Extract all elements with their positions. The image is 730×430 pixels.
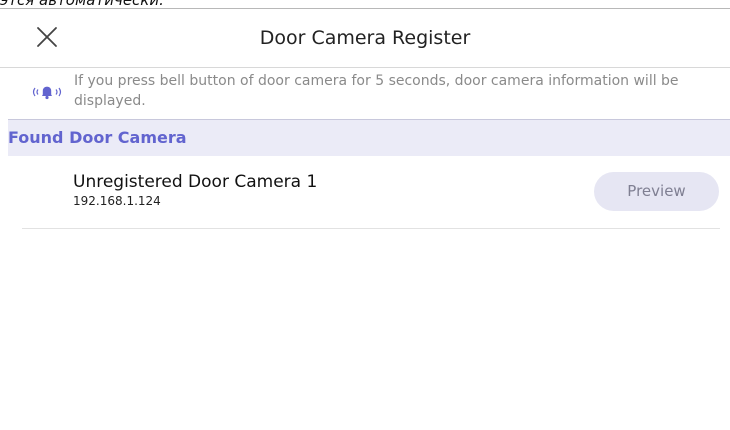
section-title: Found Door Camera (8, 128, 187, 147)
header-bar: Door Camera Register (0, 9, 730, 67)
bell-ringing-icon (32, 86, 62, 100)
info-notice: If you press bell button of door camera … (0, 67, 730, 120)
preview-button[interactable]: Preview (594, 172, 719, 211)
door-camera-register-screen: этся автоматически. Door Camera Register… (0, 0, 730, 430)
camera-list-item[interactable]: Unregistered Door Camera 1 192.168.1.124… (22, 157, 720, 229)
page-title: Door Camera Register (259, 27, 471, 49)
section-header: Found Door Camera (8, 120, 730, 156)
camera-ip-address: 192.168.1.124 (73, 194, 161, 208)
camera-name: Unregistered Door Camera 1 (73, 172, 318, 192)
notice-text: If you press bell button of door camera … (74, 73, 679, 109)
